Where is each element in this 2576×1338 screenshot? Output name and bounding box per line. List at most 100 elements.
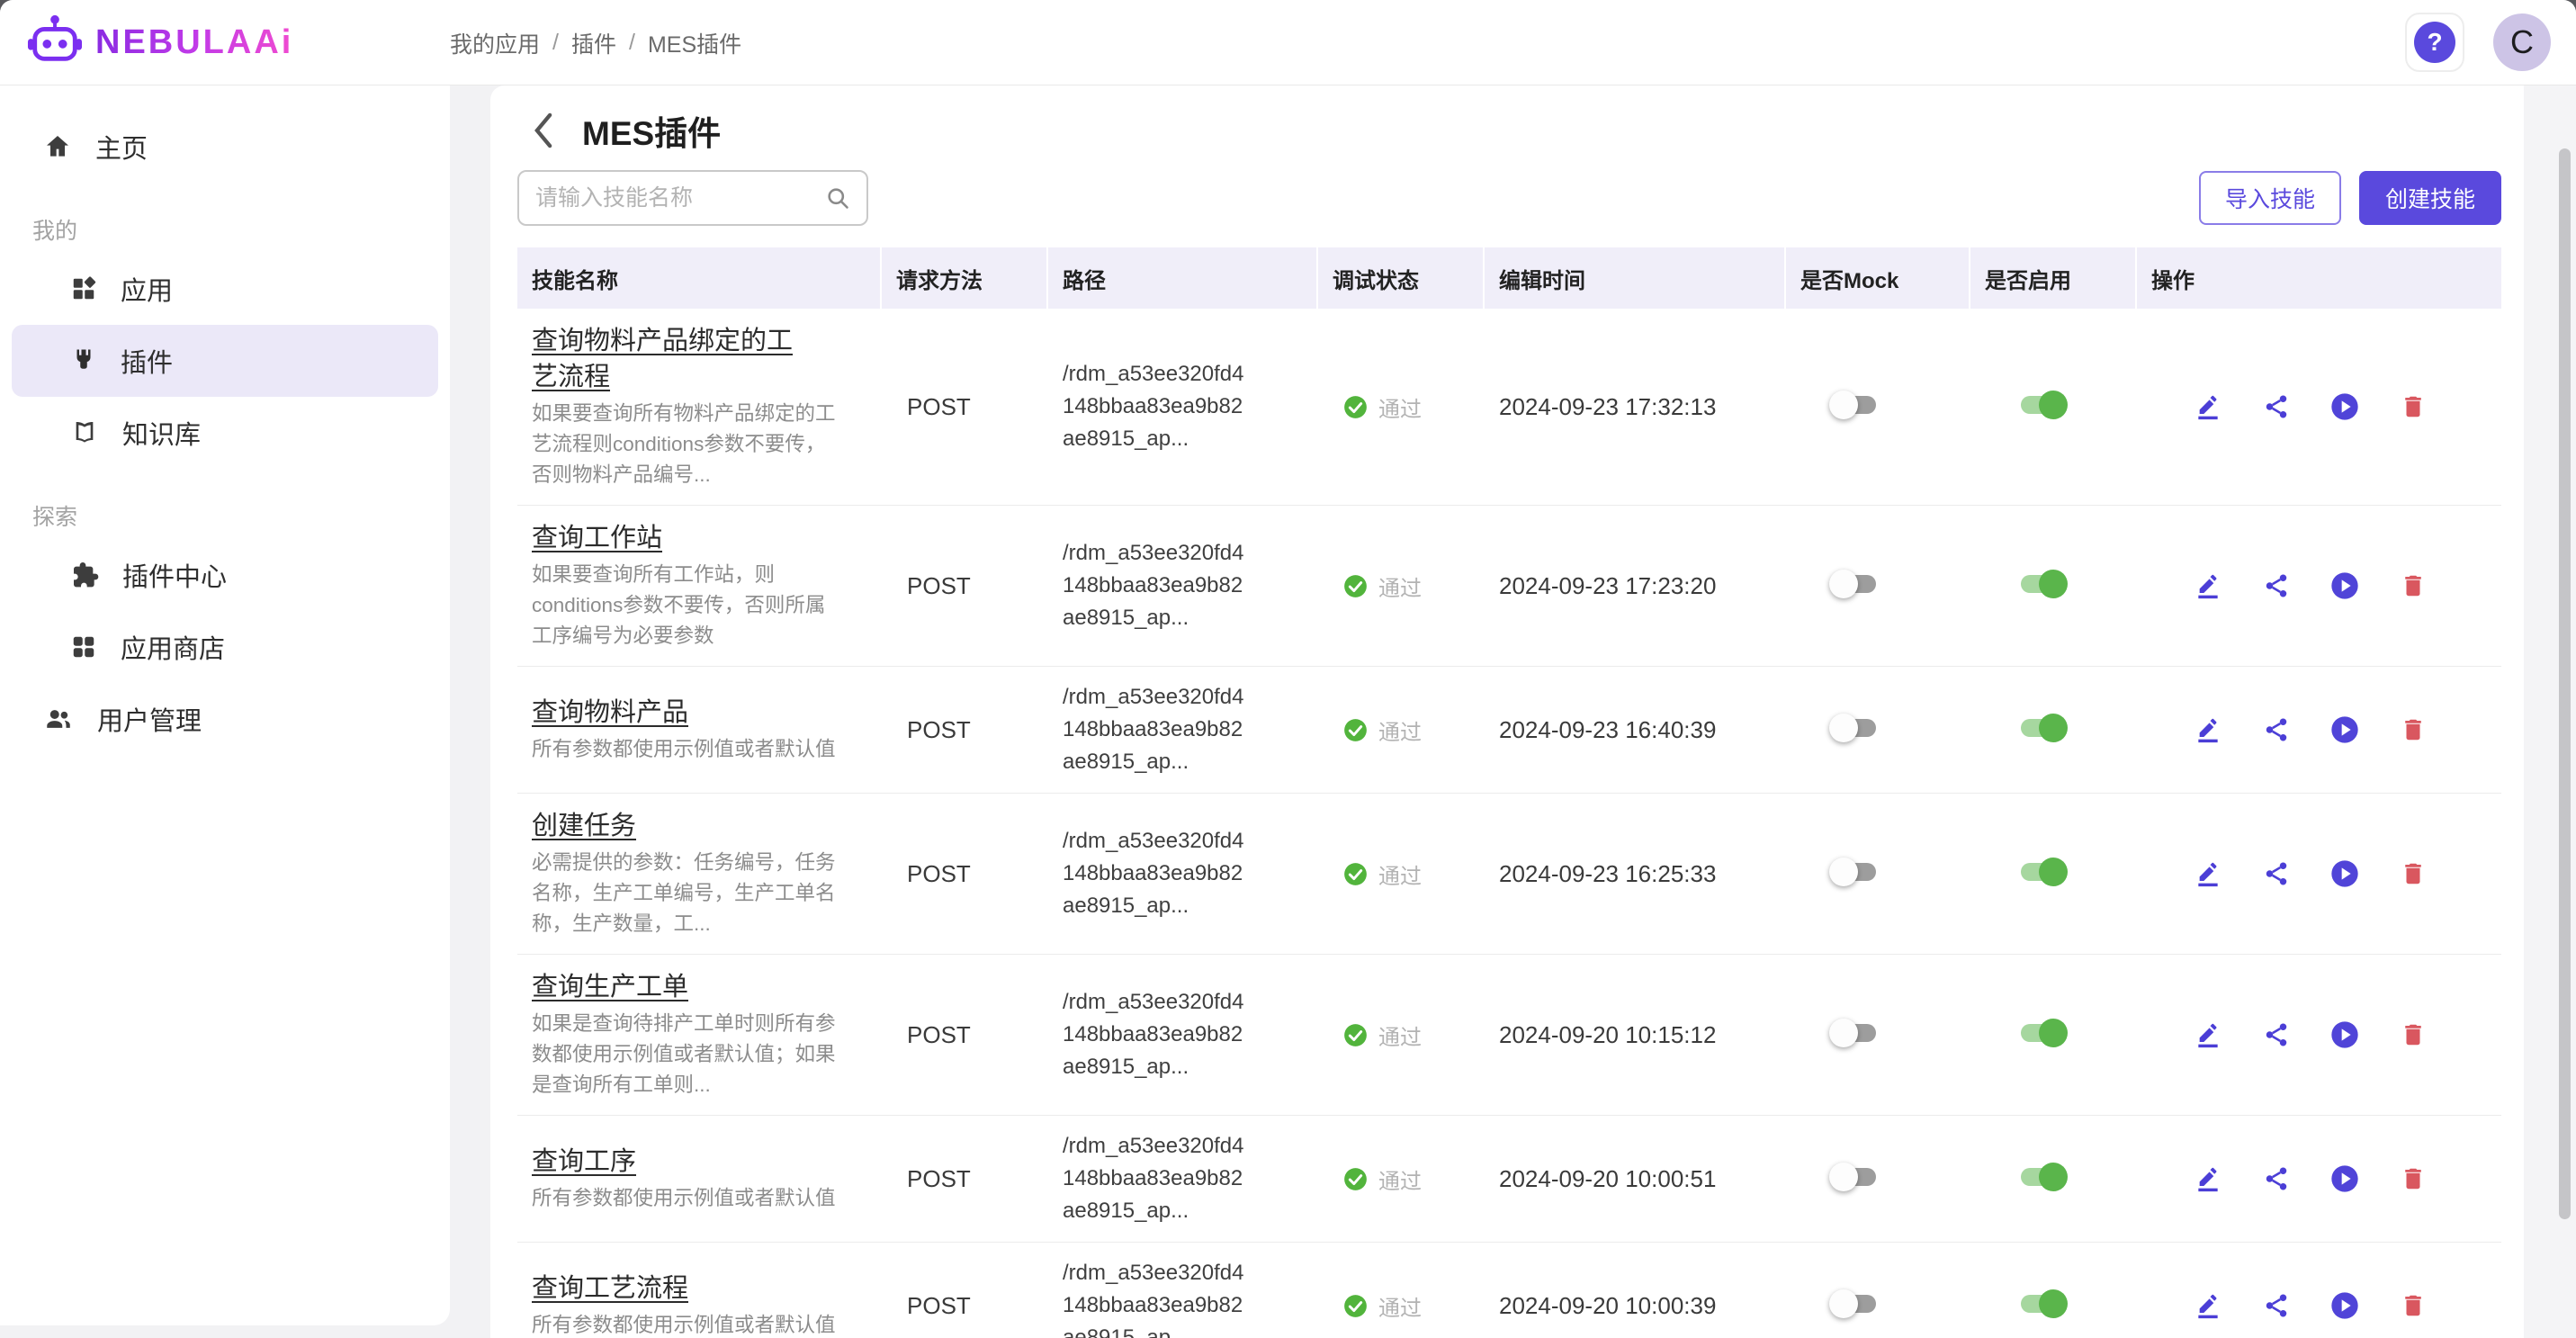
breadcrumb-plugins[interactable]: 插件 — [571, 27, 616, 59]
share-button[interactable] — [2261, 1019, 2292, 1050]
method-cell: POST — [882, 393, 1048, 421]
edit-button[interactable] — [2193, 391, 2223, 422]
run-button[interactable] — [2329, 391, 2360, 422]
sidebar-item-knowledge[interactable]: 知识库 — [0, 397, 450, 469]
skill-name-link[interactable]: 查询工作站 — [532, 520, 818, 556]
delete-button[interactable] — [2398, 1163, 2428, 1194]
back-button[interactable] — [528, 111, 559, 150]
run-button[interactable] — [2329, 1290, 2360, 1321]
enabled-toggle[interactable] — [2017, 389, 2068, 421]
status-label: 通过 — [1378, 858, 1422, 890]
breadcrumb-separator: / — [552, 30, 559, 56]
delete-button[interactable] — [2398, 570, 2428, 601]
col-edit-time: 编辑时间 — [1485, 247, 1786, 309]
share-button[interactable] — [2261, 570, 2292, 601]
enabled-toggle[interactable] — [2017, 1017, 2068, 1049]
edit-button[interactable] — [2193, 1163, 2223, 1194]
sidebar-item-app-store[interactable]: 应用商店 — [0, 611, 450, 683]
share-button[interactable] — [2261, 391, 2292, 422]
create-skill-button[interactable]: 创建技能 — [2359, 171, 2501, 225]
mock-toggle[interactable] — [1829, 568, 1880, 600]
mock-cell — [1786, 568, 1970, 605]
share-button[interactable] — [2261, 1163, 2292, 1194]
share-button[interactable] — [2261, 1290, 2292, 1321]
run-button[interactable] — [2329, 1163, 2360, 1194]
skill-description: 必需提供的参数：任务编号，任务名称，生产工单编号，生产工单名称，生产数量，工..… — [532, 848, 845, 939]
question-mark-icon: ? — [2414, 22, 2455, 63]
run-button[interactable] — [2329, 1019, 2360, 1050]
delete-button[interactable] — [2398, 1290, 2428, 1321]
method-cell: POST — [882, 1165, 1048, 1193]
enabled-toggle[interactable] — [2017, 568, 2068, 600]
skill-name-link[interactable]: 查询工艺流程 — [532, 1271, 818, 1307]
delete-button[interactable] — [2398, 858, 2428, 889]
search-input[interactable] — [535, 185, 825, 211]
mock-toggle[interactable] — [1829, 856, 1880, 888]
sidebar-item-home[interactable]: 主页 — [0, 111, 450, 183]
skill-name-link[interactable]: 查询生产工单 — [532, 969, 818, 1005]
skill-name-link[interactable]: 查询物料产品 — [532, 695, 818, 731]
skill-name-link[interactable]: 查询物料产品绑定的工艺流程 — [532, 323, 818, 395]
edit-button[interactable] — [2193, 714, 2223, 745]
scrollbar-thumb[interactable] — [2559, 148, 2571, 1219]
help-button[interactable]: ? — [2405, 13, 2464, 72]
share-button[interactable] — [2261, 714, 2292, 745]
mock-toggle[interactable] — [1829, 712, 1880, 744]
search-icon[interactable] — [825, 184, 850, 211]
table-row: 创建任务 必需提供的参数：任务编号，任务名称，生产工单编号，生产工单名称，生产数… — [517, 794, 2501, 955]
breadcrumb-my-apps[interactable]: 我的应用 — [450, 27, 540, 59]
topbar-right-cluster: ? C — [2405, 13, 2576, 72]
mock-toggle[interactable] — [1829, 1288, 1880, 1320]
edit-time-cell: 2024-09-23 17:23:20 — [1485, 572, 1786, 600]
edit-button[interactable] — [2193, 570, 2223, 601]
sidebar-item-plugins[interactable]: 插件 — [12, 325, 438, 397]
sidebar-item-plugin-center[interactable]: 插件中心 — [0, 539, 450, 611]
import-skill-button[interactable]: 导入技能 — [2199, 171, 2341, 225]
method-cell: POST — [882, 572, 1048, 600]
mock-toggle[interactable] — [1829, 389, 1880, 421]
run-button[interactable] — [2329, 570, 2360, 601]
edit-pencil-icon — [2194, 571, 2222, 600]
run-button[interactable] — [2329, 858, 2360, 889]
enabled-toggle[interactable] — [2017, 1288, 2068, 1320]
debug-status-cell: 通过 — [1318, 1019, 1485, 1051]
skill-description: 如果要查询所有物料产品绑定的工艺流程则conditions参数不要传，否则物料产… — [532, 399, 845, 490]
user-avatar[interactable]: C — [2493, 13, 2551, 71]
delete-button[interactable] — [2398, 1019, 2428, 1050]
enabled-toggle[interactable] — [2017, 1161, 2068, 1193]
delete-button[interactable] — [2398, 714, 2428, 745]
skill-name-cell: 查询物料产品 所有参数都使用示例值或者默认值 — [517, 695, 882, 765]
enabled-toggle[interactable] — [2017, 712, 2068, 744]
book-icon — [70, 418, 99, 447]
actions-cell — [2137, 1163, 2500, 1194]
edit-button[interactable] — [2193, 1019, 2223, 1050]
mock-toggle[interactable] — [1829, 1161, 1880, 1193]
sidebar-item-user-management[interactable]: 用户管理 — [0, 683, 450, 755]
skill-name-link[interactable]: 查询工序 — [532, 1144, 818, 1180]
sidebar-item-label: 知识库 — [122, 414, 201, 452]
edit-button[interactable] — [2193, 1290, 2223, 1321]
brand-logo[interactable]: NEBULAAi — [0, 13, 293, 73]
col-path: 路径 — [1048, 247, 1318, 309]
path-cell: /rdm_a53ee320fd4148bbaa83ea9b82ae8915_ap… — [1048, 681, 1318, 778]
edit-button[interactable] — [2193, 858, 2223, 889]
enabled-cell — [1970, 856, 2137, 893]
skill-name-cell: 查询工艺流程 所有参数都使用示例值或者默认值 — [517, 1271, 882, 1338]
share-button[interactable] — [2261, 858, 2292, 889]
enabled-toggle[interactable] — [2017, 856, 2068, 888]
actions-cell — [2137, 714, 2500, 745]
path-cell: /rdm_a53ee320fd4148bbaa83ea9b82ae8915_ap… — [1048, 1130, 1318, 1227]
mock-toggle[interactable] — [1829, 1017, 1880, 1049]
actions-cell — [2137, 391, 2500, 422]
mock-cell — [1786, 1017, 1970, 1054]
sidebar-item-apps[interactable]: 应用 — [0, 253, 450, 325]
home-icon — [43, 132, 72, 161]
store-grid-icon — [70, 633, 97, 660]
skill-name-link[interactable]: 创建任务 — [532, 808, 818, 844]
run-button[interactable] — [2329, 714, 2360, 745]
delete-button[interactable] — [2398, 391, 2428, 422]
table-row: 查询工作站 如果要查询所有工作站，则conditions参数不要传，否则所属工序… — [517, 506, 2501, 667]
enabled-cell — [1970, 1017, 2137, 1054]
edit-pencil-icon — [2194, 1020, 2222, 1049]
play-circle-icon — [2330, 715, 2359, 744]
